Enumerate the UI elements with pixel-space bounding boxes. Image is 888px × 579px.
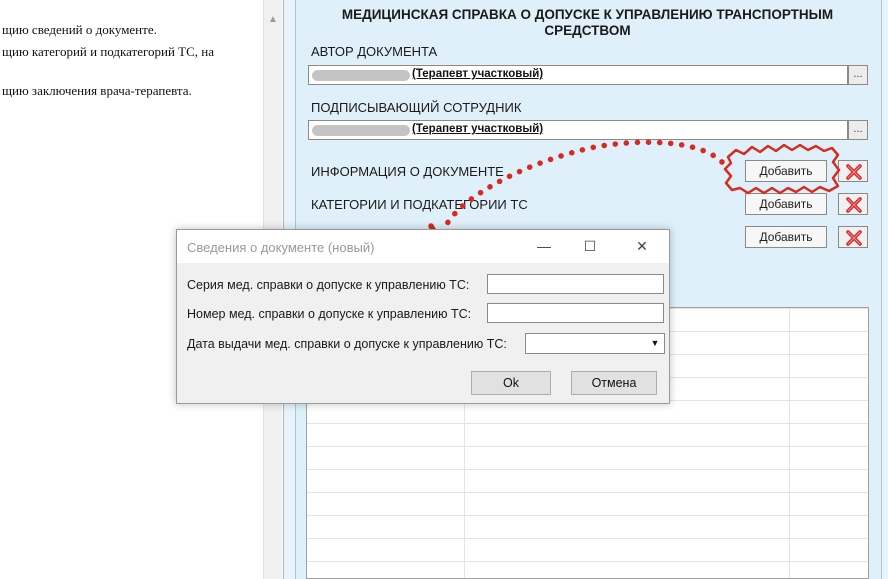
maximize-icon[interactable]: ☐ bbox=[575, 234, 605, 258]
series-input[interactable] bbox=[487, 274, 664, 294]
number-label: Номер мед. справки о допуске к управлени… bbox=[187, 307, 472, 321]
document-info-dialog: Сведения о документе (новый) — ☐ ✕ Серия… bbox=[176, 229, 670, 404]
close-icon[interactable]: ✕ bbox=[627, 234, 657, 258]
issue-date-label: Дата выдачи мед. справки о допуске к упр… bbox=[187, 337, 507, 351]
chevron-down-icon[interactable]: ▼ bbox=[646, 334, 664, 353]
ok-button[interactable]: Ok bbox=[471, 371, 551, 395]
minimize-icon[interactable]: — bbox=[529, 234, 559, 258]
dialog-titlebar[interactable]: Сведения о документе (новый) — ☐ ✕ bbox=[177, 230, 669, 263]
cancel-button[interactable]: Отмена bbox=[571, 371, 657, 395]
dialog-title: Сведения о документе (новый) bbox=[187, 240, 375, 255]
issue-date-dropdown[interactable]: ▼ bbox=[525, 333, 665, 354]
series-label: Серия мед. справки о допуске к управлени… bbox=[187, 278, 470, 292]
number-input[interactable] bbox=[487, 303, 664, 323]
